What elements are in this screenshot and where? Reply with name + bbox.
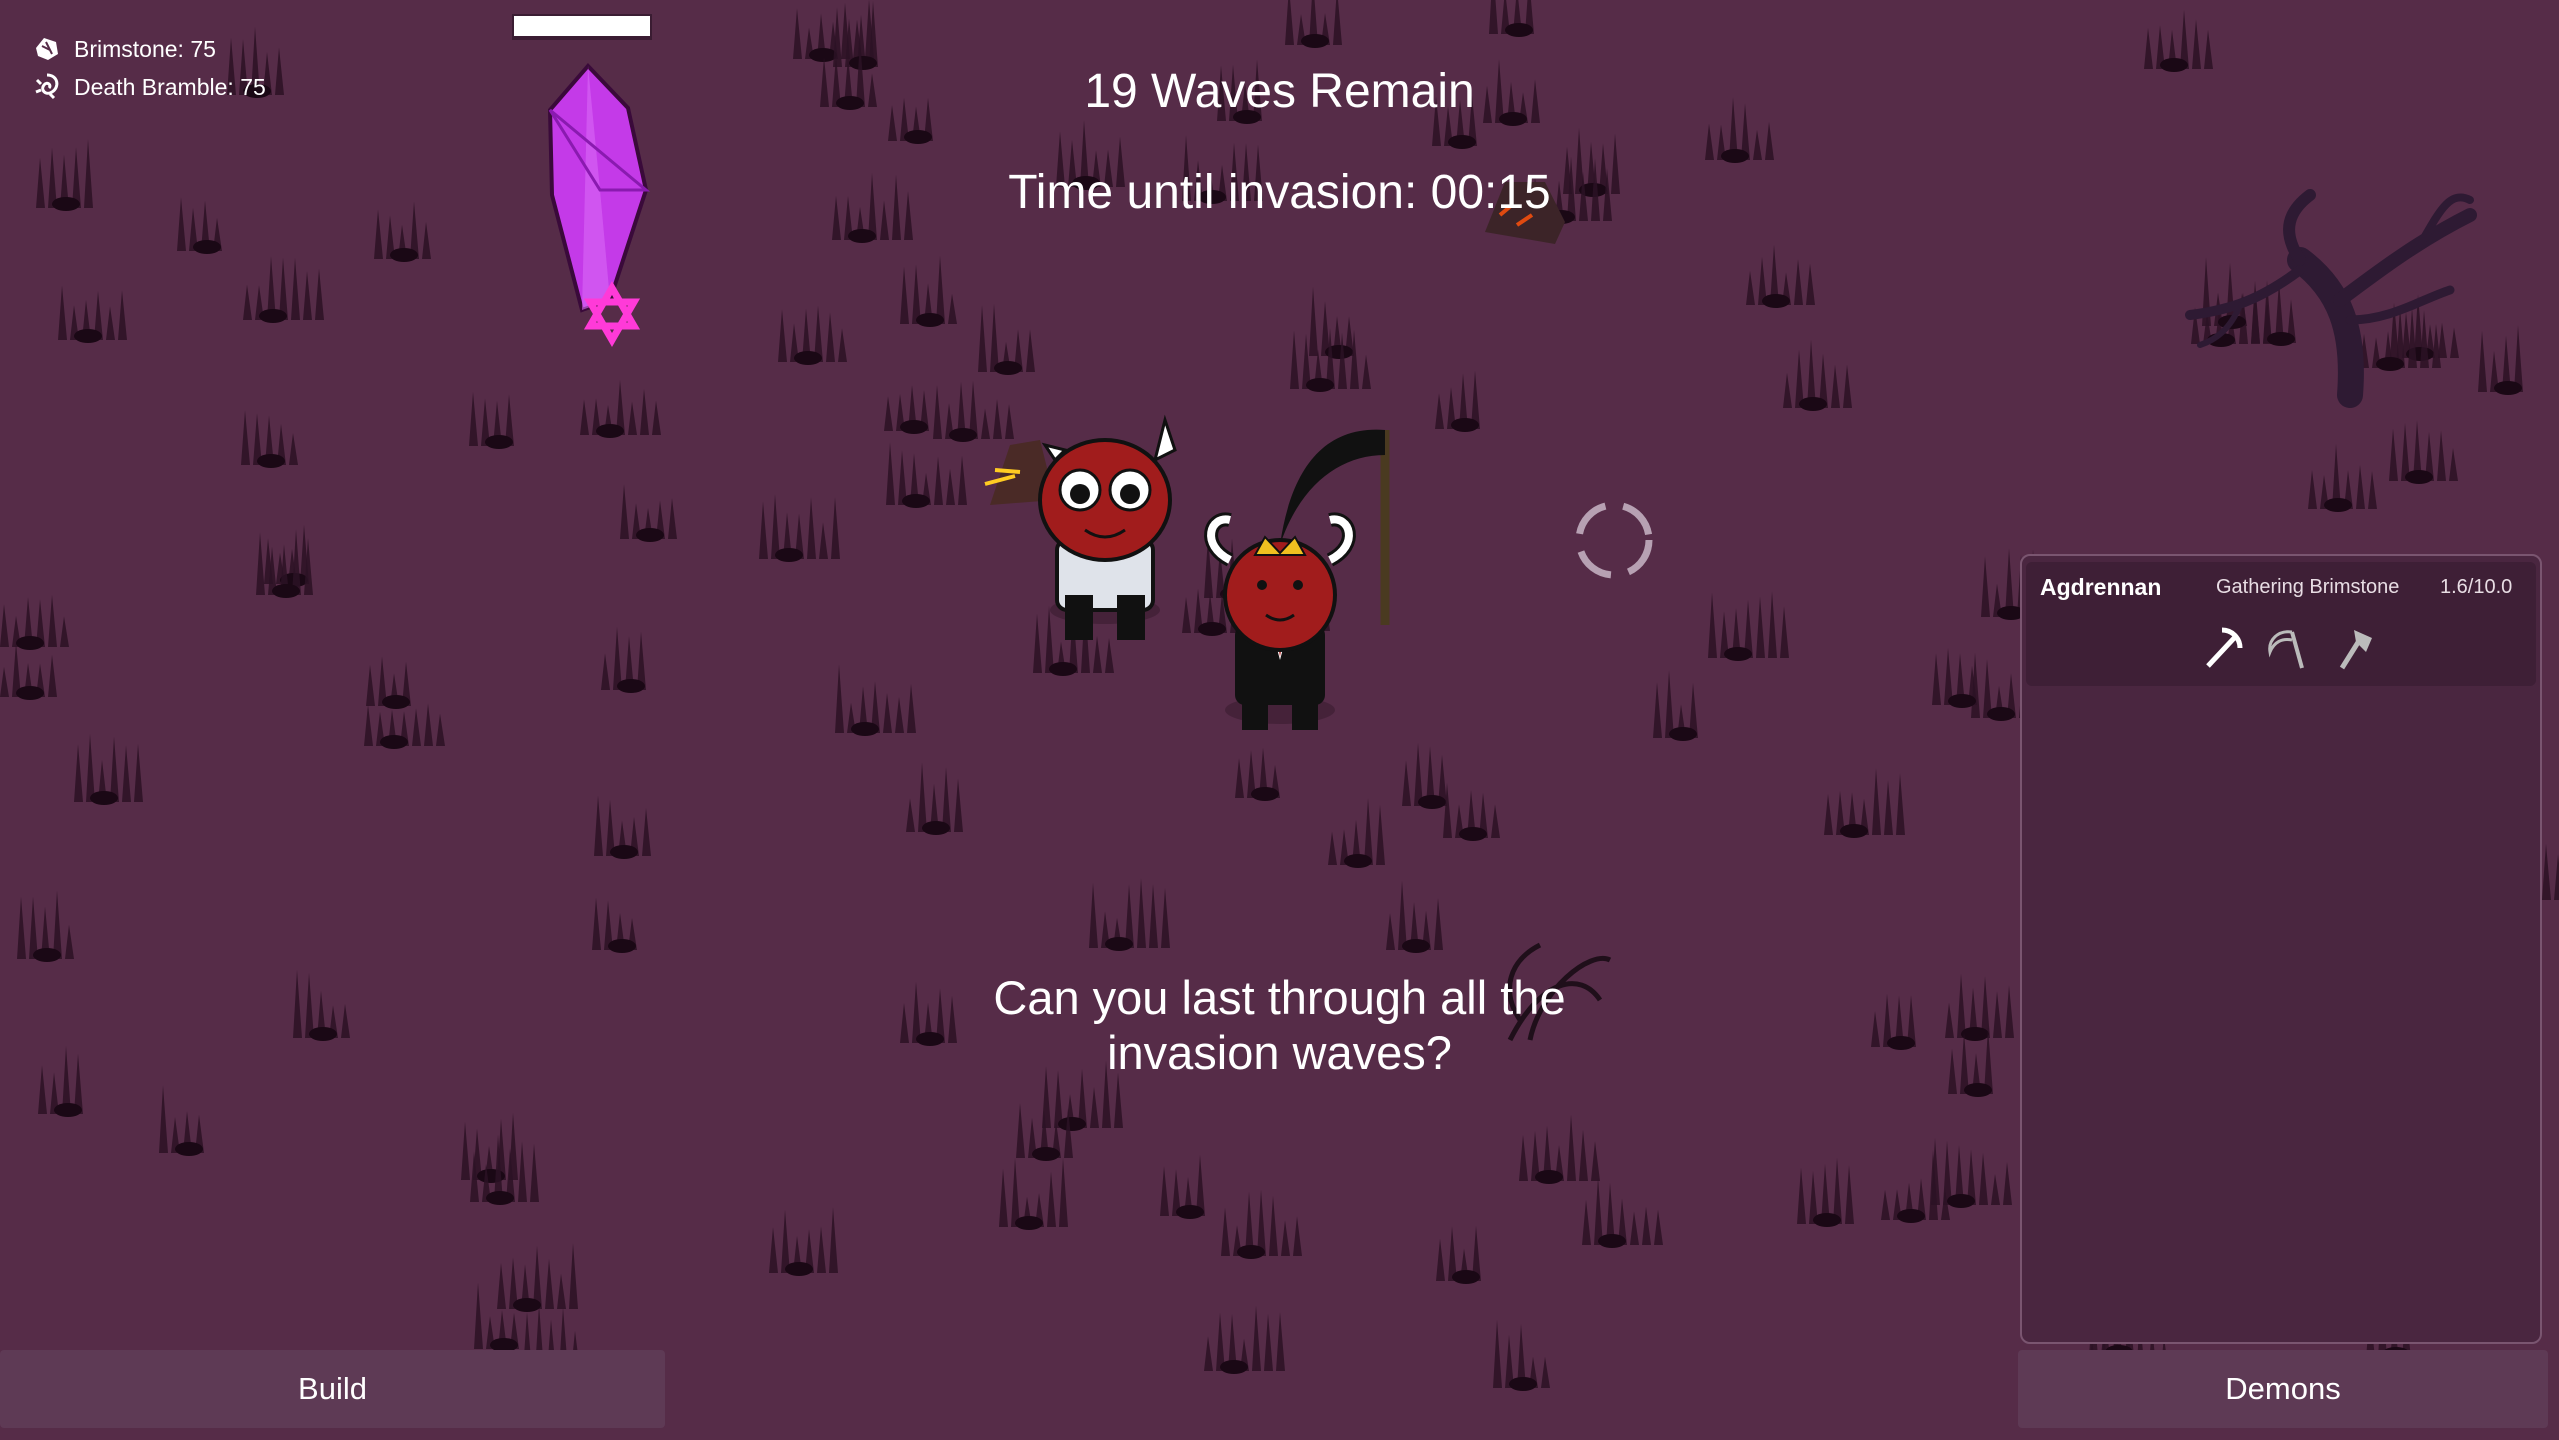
demon-name: Agdrennan bbox=[2040, 574, 2162, 600]
waves-remaining-text: 19 Waves Remain bbox=[1084, 65, 1475, 118]
brimstone-icon bbox=[36, 38, 58, 60]
demon-worker[interactable] bbox=[1038, 414, 1177, 640]
demons-panel: Agdrennan Gathering Brimstone 1.6/10.0 bbox=[2020, 554, 2542, 1344]
axe-icon[interactable] bbox=[2328, 622, 2380, 674]
scythe-icon[interactable] bbox=[2262, 622, 2314, 674]
demon-king[interactable] bbox=[1204, 429, 1390, 730]
demon-task: Gathering Brimstone bbox=[2216, 576, 2400, 598]
resource-label: Brimstone: 75 bbox=[74, 35, 216, 62]
invasion-timer: Time until invasion: 00:15 bbox=[1008, 166, 1551, 219]
resource-brimstone: Brimstone: 75 bbox=[32, 34, 216, 64]
demons-button[interactable]: Demons bbox=[2018, 1350, 2548, 1428]
demon-row[interactable]: Agdrennan Gathering Brimstone 1.6/10.0 bbox=[2026, 562, 2536, 686]
tool-selector bbox=[2196, 622, 2380, 674]
crystal-health-bar bbox=[514, 16, 650, 36]
pickaxe-icon[interactable] bbox=[2196, 622, 2248, 674]
loading-ring bbox=[1575, 501, 1653, 579]
demon-progress: 1.6/10.0 bbox=[2440, 576, 2513, 598]
build-button[interactable]: Build bbox=[0, 1350, 665, 1428]
